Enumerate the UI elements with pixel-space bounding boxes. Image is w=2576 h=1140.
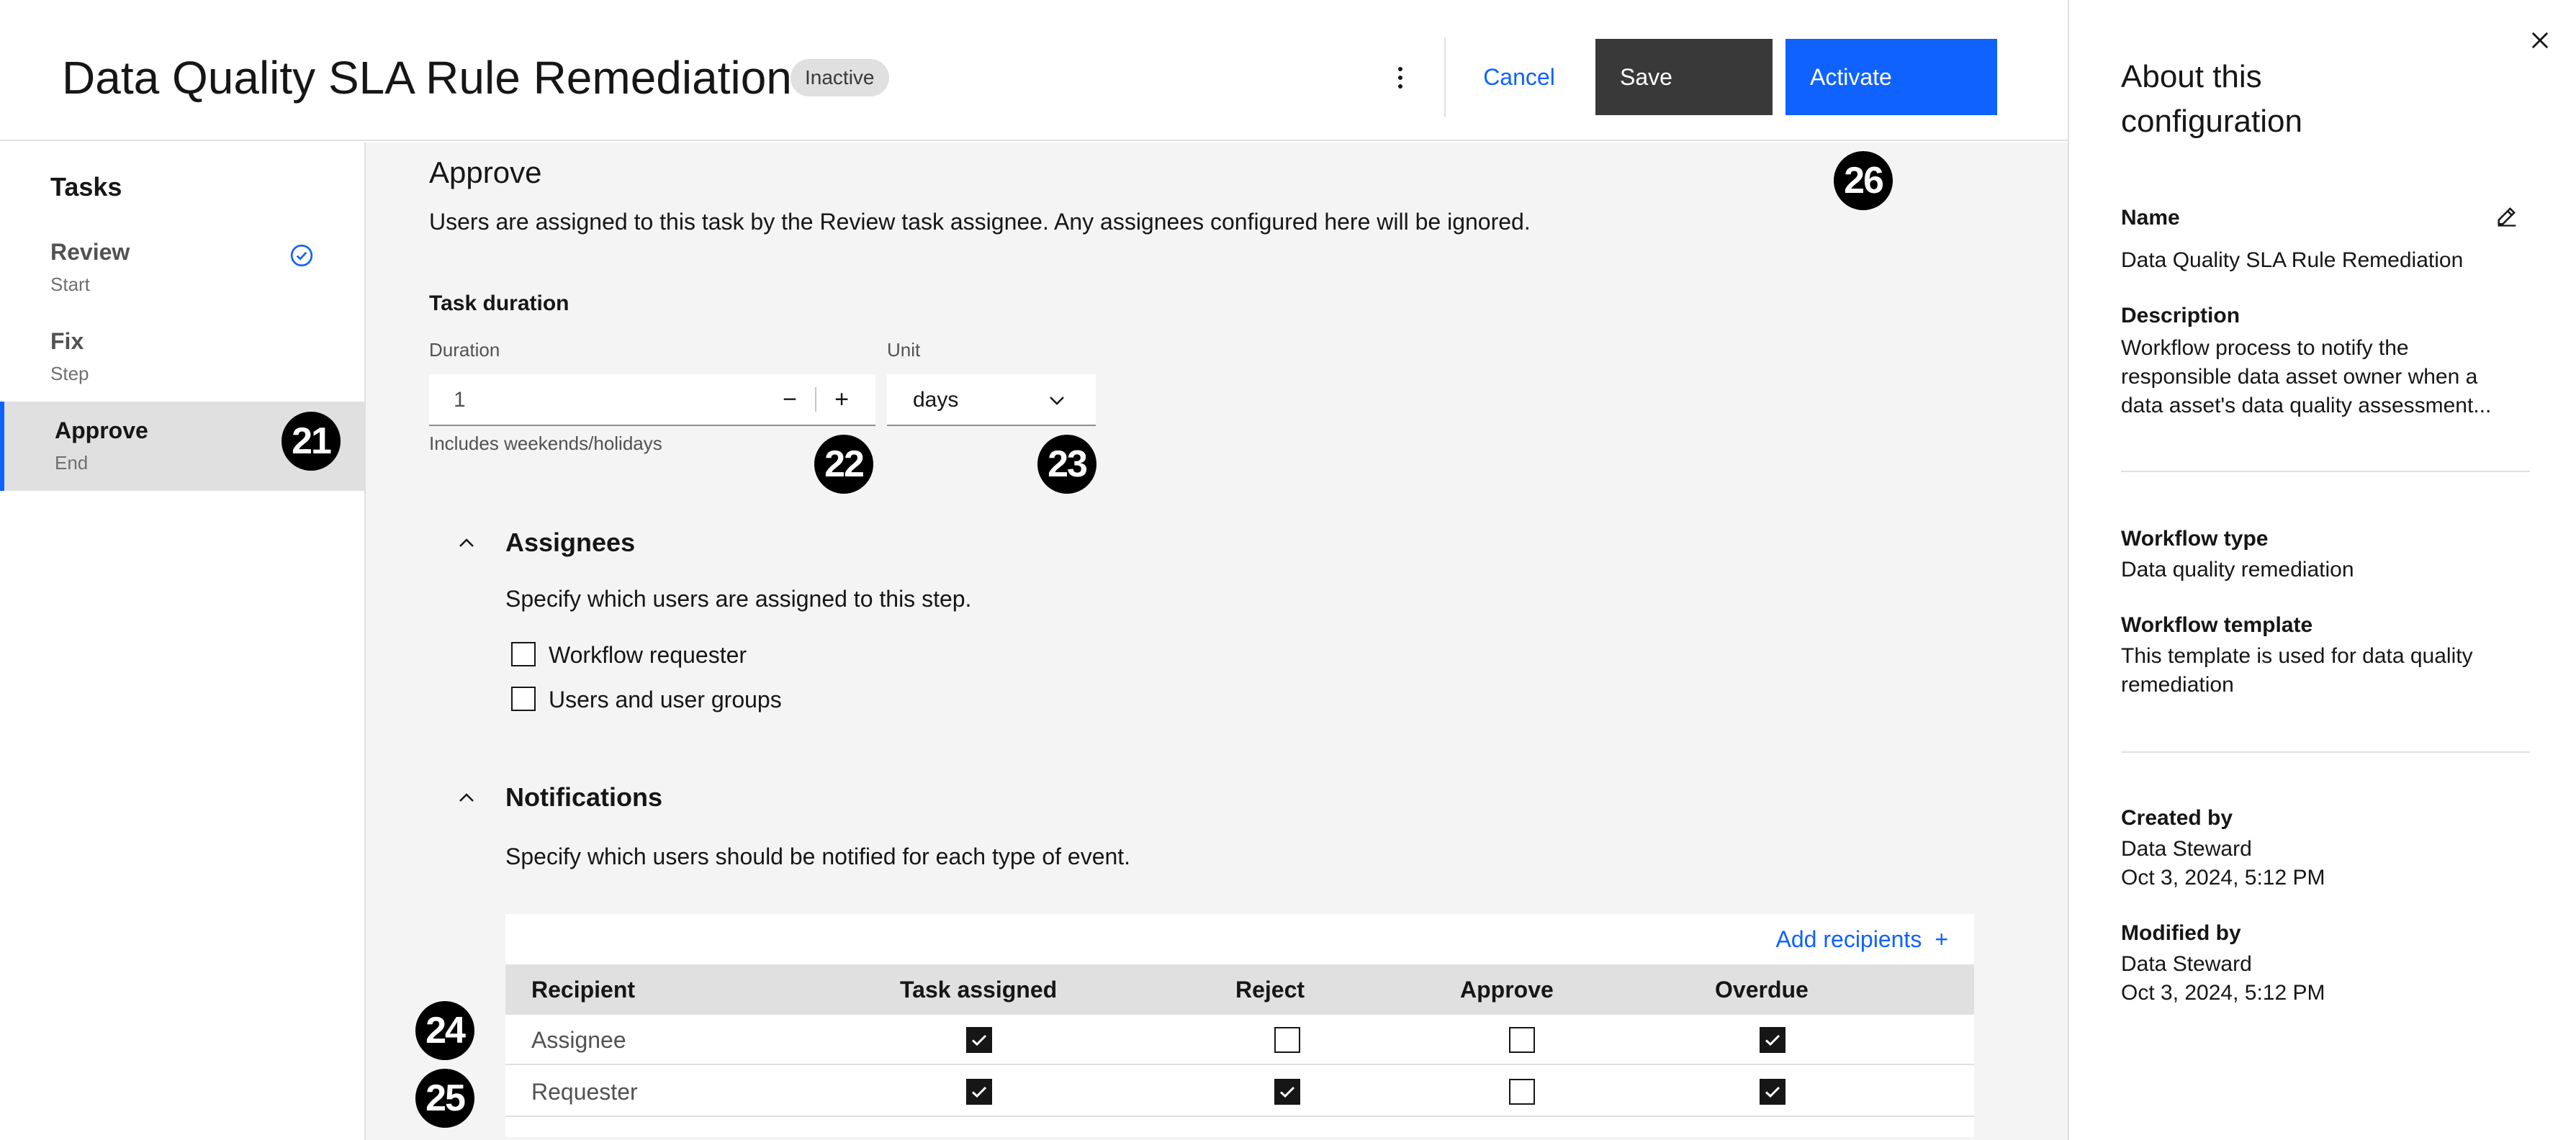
sidebar-item-fix[interactable]: Fix Step (0, 312, 364, 402)
duration-value[interactable]: 1 (454, 387, 466, 413)
panel-divider (2121, 751, 2530, 753)
task-assigned-checkbox[interactable] (966, 1079, 992, 1105)
sidebar-item-review[interactable]: Review Start (0, 223, 364, 312)
task-detail-panel: Approve Users are assigned to this task … (366, 142, 2068, 1140)
callout-marker: 26 (1834, 151, 1893, 210)
panel-title: About this configuration (2121, 59, 2302, 139)
notifications-accordion-title[interactable]: Notifications (505, 782, 662, 813)
save-button[interactable]: Save (1595, 39, 1773, 115)
recipient-cell: Assignee (531, 1027, 626, 1053)
checkmark-icon (1279, 1086, 1295, 1098)
unit-select[interactable]: days (887, 374, 1096, 426)
edit-icon[interactable] (2494, 203, 2520, 229)
overdue-checkbox[interactable] (1760, 1027, 1785, 1053)
checkmark-icon (1765, 1086, 1780, 1098)
modified-by-label: Modified by (2121, 921, 2241, 945)
add-icon: + (1935, 926, 1948, 952)
task-title: Approve (429, 155, 542, 189)
add-recipients-label: Add recipients (1775, 926, 1922, 952)
workflow-type-label: Workflow type (2121, 527, 2269, 551)
callout-marker: 24 (415, 1001, 474, 1060)
modified-by-date: Oct 3, 2024, 5:12 PM (2121, 981, 2325, 1005)
callout-marker: 22 (814, 435, 873, 494)
tasks-sidebar: Tasks Review Start Fix Step Approve End (0, 142, 366, 1140)
unit-select-value: days (913, 388, 959, 412)
chevron-up-icon[interactable] (455, 531, 478, 554)
duration-label: Duration (429, 339, 500, 361)
workflow-type-value: Data quality remediation (2121, 558, 2354, 582)
sidebar-item-label: Approve (55, 417, 148, 443)
add-recipients-button[interactable]: Add recipients + (1776, 924, 1948, 954)
overdue-checkbox[interactable] (1760, 1079, 1785, 1105)
overflow-menu-icon (1398, 65, 1402, 91)
column-header: Recipient (531, 977, 636, 1003)
callout-marker: 23 (1037, 435, 1096, 494)
sidebar-heading: Tasks (50, 172, 122, 202)
approve-checkbox[interactable] (1509, 1027, 1535, 1053)
assignees-accordion-title[interactable]: Assignees (505, 527, 635, 558)
close-icon[interactable] (2527, 27, 2553, 53)
workflow-config-page: Data Quality SLA Rule Remediation Inacti… (0, 0, 2576, 1140)
about-configuration-panel: About this configuration Name Data Quali… (2068, 0, 2576, 1140)
table-row: Requester (505, 1067, 1974, 1117)
recipient-cell: Requester (531, 1079, 638, 1105)
checkbox-label: Users and user groups (549, 687, 782, 712)
table-row: Assignee (505, 1015, 1974, 1065)
column-header: Overdue (1715, 977, 1809, 1003)
overflow-menu-button[interactable] (1375, 50, 1426, 105)
page-header: Data Quality SLA Rule Remediation Inacti… (0, 0, 2068, 141)
callout-marker: 25 (415, 1069, 474, 1128)
table-header: Recipient Task assigned Reject Approve O… (505, 964, 1974, 1015)
callout-marker: 21 (282, 412, 341, 471)
header-divider (1444, 37, 1446, 117)
assignees-description: Specify which users are assigned to this… (505, 586, 972, 612)
checkbox-box[interactable] (511, 687, 536, 711)
sidebar-item-sublabel: Step (50, 363, 89, 384)
decrement-button[interactable]: − (765, 374, 815, 425)
workflow-template-value: This template is used for data quality r… (2121, 644, 2473, 697)
created-by-date: Oct 3, 2024, 5:12 PM (2121, 866, 2325, 890)
column-header: Approve (1460, 977, 1554, 1003)
task-description: Users are assigned to this task by the R… (429, 209, 1531, 235)
cancel-button[interactable]: Cancel (1462, 39, 1577, 115)
approve-checkbox[interactable] (1509, 1079, 1535, 1105)
column-header: Task assigned (900, 977, 1058, 1003)
panel-divider (2121, 471, 2530, 472)
notifications-table: Add recipients + Recipient Task assigned … (505, 914, 1974, 1137)
increment-button[interactable]: + (816, 374, 867, 425)
name-label: Name (2121, 206, 2180, 230)
description-label: Description (2121, 304, 2241, 327)
column-header: Reject (1235, 977, 1305, 1003)
checkmark-icon (1765, 1034, 1780, 1046)
sidebar-item-sublabel: Start (50, 273, 90, 295)
table-toolbar: Add recipients + (505, 914, 1974, 964)
modified-by-name: Data Steward (2121, 952, 2252, 976)
sidebar-item-sublabel: End (55, 452, 89, 474)
checkbox-label: Workflow requester (549, 642, 747, 668)
reject-checkbox[interactable] (1274, 1079, 1300, 1105)
created-by-name: Data Steward (2121, 837, 2252, 861)
activate-button[interactable]: Activate (1785, 39, 1997, 115)
duration-helper-text: Includes weekends/holidays (429, 433, 662, 454)
task-assigned-checkbox[interactable] (966, 1027, 992, 1053)
workflow-template-label: Workflow template (2121, 613, 2313, 637)
chevron-down-icon (1050, 397, 1064, 405)
checkmark-icon (971, 1034, 987, 1046)
sidebar-item-label: Fix (50, 328, 84, 354)
notifications-description: Specify which users should be notified f… (505, 843, 1131, 869)
status-badge: Inactive (791, 59, 889, 96)
chevron-up-icon[interactable] (455, 786, 478, 809)
unit-label: Unit (887, 339, 921, 361)
checkbox-box[interactable] (511, 642, 536, 666)
name-value: Data Quality SLA Rule Remediation (2121, 248, 2464, 272)
duration-stepper[interactable]: 1 − + (429, 374, 875, 426)
sidebar-item-label: Review (50, 239, 130, 265)
task-duration-heading: Task duration (429, 291, 569, 315)
created-by-label: Created by (2121, 806, 2233, 830)
checkmark-icon (971, 1086, 987, 1098)
page-title: Data Quality SLA Rule Remediation (62, 52, 792, 104)
check-circle-icon (290, 244, 313, 267)
reject-checkbox[interactable] (1274, 1027, 1300, 1053)
description-value: Workflow process to notify the responsib… (2121, 336, 2492, 417)
